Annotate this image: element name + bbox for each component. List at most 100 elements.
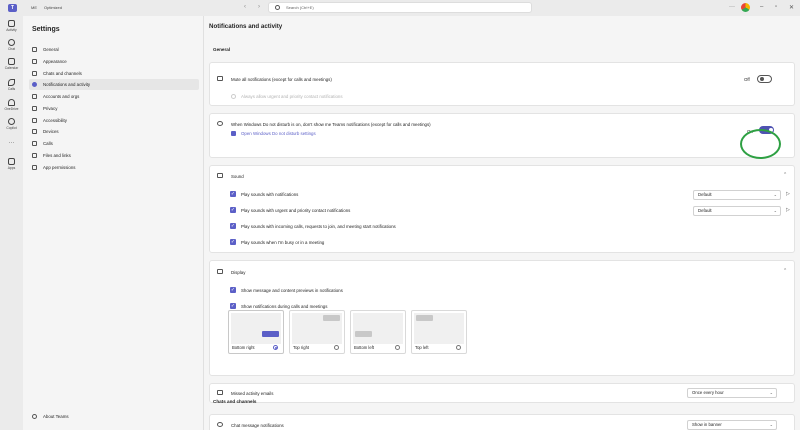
- preview-thumbnail: [231, 313, 281, 344]
- radio[interactable]: [334, 345, 339, 350]
- file-icon: [32, 153, 37, 158]
- preview-toast: [416, 315, 433, 321]
- org-name[interactable]: Optimized: [44, 5, 62, 10]
- nav-calls[interactable]: Calls: [29, 138, 199, 149]
- page-title: Notifications and activity: [209, 23, 283, 30]
- nav-label: Accounts and orgs: [43, 94, 80, 99]
- radio[interactable]: [395, 345, 400, 350]
- cloud-icon: [8, 99, 15, 106]
- nav-chats-channels[interactable]: Chats and channels: [29, 68, 199, 79]
- nav-label: Devices: [43, 129, 59, 134]
- position-top-left[interactable]: Top left: [411, 310, 467, 354]
- select-value: Default: [698, 192, 712, 197]
- section-general: General: [213, 47, 231, 52]
- forward-button[interactable]: ›: [258, 4, 260, 10]
- calendar-icon: [8, 58, 15, 65]
- sound-label-2: Play sounds with urgent and priority con…: [241, 208, 351, 213]
- nav-accounts[interactable]: Accounts and orgs: [29, 91, 199, 102]
- nav-label: Appearance: [43, 59, 67, 64]
- play-icon[interactable]: ▷: [786, 207, 790, 213]
- display-label-2: Show notifications during calls and meet…: [241, 304, 328, 309]
- urgent-checkbox[interactable]: [231, 94, 236, 99]
- nav-label: Accessibility: [43, 118, 67, 123]
- nav-devices[interactable]: Devices: [29, 126, 199, 137]
- nav-files-links[interactable]: Files and links: [29, 150, 199, 161]
- nav-accessibility[interactable]: Accessibility: [29, 115, 199, 126]
- sound-checkbox-2[interactable]: ✓: [230, 207, 236, 213]
- missed-select[interactable]: Once every hour ⌄: [687, 388, 777, 398]
- rail-apps[interactable]: Apps: [0, 158, 23, 170]
- chat-icon: [32, 71, 37, 76]
- rail-label: Calendar: [4, 66, 19, 70]
- sound-select-1[interactable]: Default ⌄: [693, 190, 781, 200]
- sound-checkbox-3[interactable]: ✓: [230, 223, 236, 229]
- position-top-right[interactable]: Top right: [289, 310, 345, 354]
- chevron-up-icon[interactable]: ⌃: [783, 172, 787, 178]
- sound-label-3: Play sounds with incoming calls, request…: [241, 224, 396, 229]
- position-bottom-right[interactable]: Bottom right: [228, 310, 284, 354]
- chat-icon: [217, 422, 223, 427]
- mute-icon: [217, 76, 223, 81]
- moon-icon: [217, 121, 223, 126]
- rail-label: Chat: [8, 47, 15, 51]
- mute-label: Mute all notifications (except for calls…: [231, 77, 332, 82]
- preview-toast: [323, 315, 340, 321]
- display-checkbox-2[interactable]: ✓: [230, 303, 236, 309]
- play-icon[interactable]: ▷: [786, 191, 790, 197]
- rail-activity[interactable]: Activity: [0, 20, 23, 32]
- chevron-up-icon[interactable]: ⌃: [783, 268, 787, 274]
- dnd-settings-link[interactable]: Open Windows Do not disturb settings: [241, 131, 316, 136]
- title-bar: T ME Optimized ‹ › ··· – ▫ ✕: [0, 0, 800, 16]
- about-teams[interactable]: About Teams: [32, 414, 69, 419]
- nav-privacy[interactable]: Privacy: [29, 103, 199, 114]
- rail-calendar[interactable]: Calendar: [0, 58, 23, 70]
- maximize-button[interactable]: ▫: [775, 4, 777, 10]
- bell-icon: [8, 20, 15, 27]
- missed-label: Missed activity emails: [231, 391, 274, 396]
- devices-icon: [32, 129, 37, 134]
- nav-notifications[interactable]: Notifications and activity: [29, 79, 199, 90]
- nav-general[interactable]: General: [29, 44, 199, 55]
- urgent-label: Always allow urgent and priority contact…: [241, 94, 343, 99]
- more-button[interactable]: ···: [729, 4, 735, 10]
- more-icon: ···: [8, 140, 15, 146]
- sound-checkbox-4[interactable]: ✓: [230, 239, 236, 245]
- display-header: Display: [231, 270, 246, 275]
- position-bottom-left[interactable]: Bottom left: [350, 310, 406, 354]
- nav-appearance[interactable]: Appearance: [29, 56, 199, 67]
- speaker-icon: [217, 173, 223, 178]
- position-label-text: Bottom right: [232, 345, 255, 350]
- bell-icon: [32, 82, 37, 87]
- sound-select-2[interactable]: Default ⌄: [693, 206, 781, 216]
- sound-label-1: Play sounds with notifications: [241, 192, 299, 197]
- rail-chat[interactable]: Chat: [0, 39, 23, 51]
- rail-label: OneDrive: [4, 107, 19, 111]
- rail-more[interactable]: ···: [0, 140, 23, 146]
- nav-label: Calls: [43, 141, 53, 146]
- radio[interactable]: [456, 345, 461, 350]
- nav-app-permissions[interactable]: App permissions: [29, 162, 199, 173]
- back-button[interactable]: ‹: [244, 4, 246, 10]
- display-checkbox-1[interactable]: ✓: [230, 287, 236, 293]
- avatar[interactable]: [741, 3, 750, 12]
- rail-copilot[interactable]: Copilot: [0, 118, 23, 130]
- rail-onedrive[interactable]: OneDrive: [0, 99, 23, 111]
- chat-msg-select[interactable]: Show in banner ⌄: [687, 420, 777, 430]
- info-icon: [32, 414, 37, 419]
- minimize-button[interactable]: –: [760, 4, 763, 10]
- rail-calls[interactable]: Calls: [0, 79, 23, 91]
- position-label-text: Bottom left: [354, 345, 375, 350]
- mute-toggle[interactable]: [757, 75, 772, 83]
- brush-icon: [32, 59, 37, 64]
- chevron-down-icon: ⌄: [769, 422, 773, 427]
- select-value: Default: [698, 208, 712, 213]
- search-box[interactable]: [268, 2, 532, 13]
- nav-label: Notifications and activity: [43, 82, 91, 87]
- close-button[interactable]: ✕: [789, 4, 794, 11]
- rail-label: Calls: [7, 87, 16, 91]
- position-label-text: Top right: [293, 345, 310, 350]
- radio-selected[interactable]: [273, 345, 278, 350]
- chevron-down-icon: ⌄: [769, 390, 773, 395]
- sound-checkbox-1[interactable]: ✓: [230, 191, 236, 197]
- search-input[interactable]: [286, 5, 486, 10]
